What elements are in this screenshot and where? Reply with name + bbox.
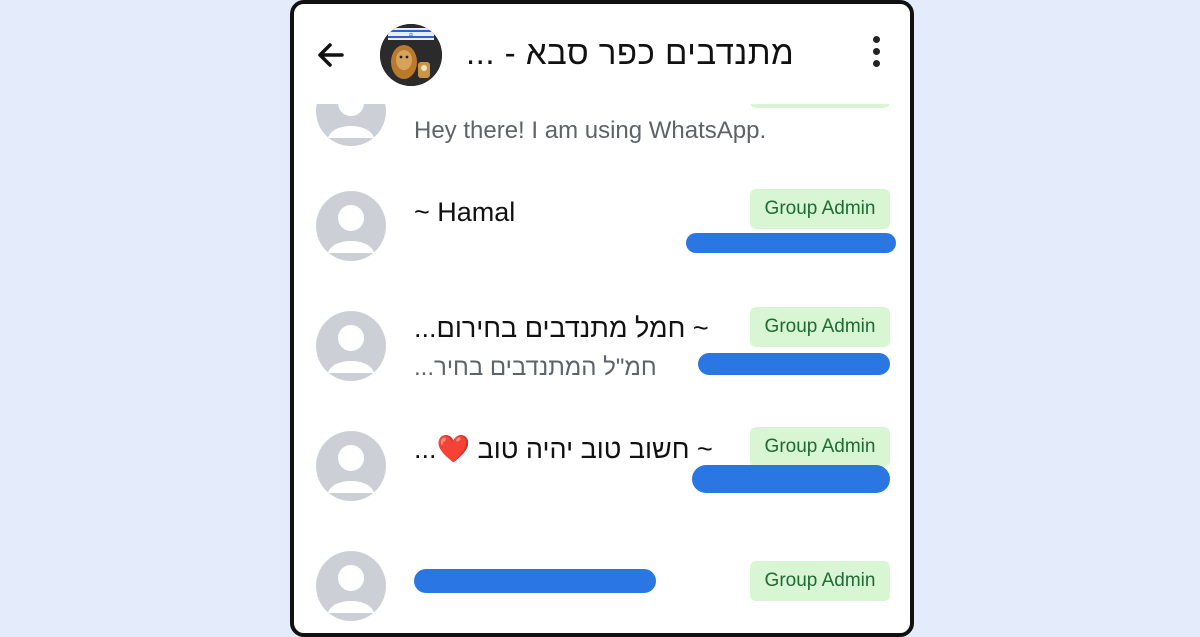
participant-status: חמ"ל המתנדבים בחיר...: [414, 354, 657, 381]
group-admin-badge: Group Admin: [750, 561, 890, 601]
whatsapp-group-info-screen: Hey there! I am using WhatsApp. ~ Hamal …: [290, 0, 914, 637]
participant-row[interactable]: Group Admin: [294, 549, 910, 633]
redacted-phone-number: [414, 569, 656, 593]
default-avatar-icon: [316, 191, 386, 261]
participant-name: ~ Hamal: [414, 197, 516, 227]
participant-status: Hey there! I am using WhatsApp.: [414, 117, 767, 144]
redacted-phone-number: [686, 233, 896, 253]
group-admin-badge: Group Admin: [750, 427, 890, 467]
participant-name: ~ חשוב טוב יהיה טוב ❤️...: [414, 434, 713, 464]
group-title[interactable]: מתנדבים כפר סבא - ...: [466, 34, 826, 72]
participant-name: ~ חמל מתנדבים בחירום...: [414, 313, 709, 343]
default-avatar-icon: [316, 311, 386, 381]
participant-row[interactable]: ~ Hamal Group Admin: [294, 189, 910, 299]
chat-header: ✡ מתנדבים כפר סבא - ...: [294, 4, 910, 104]
default-avatar-icon: [316, 551, 386, 621]
participant-row[interactable]: ~ חשוב טוב יהיה טוב ❤️... Group Admin: [294, 427, 910, 539]
redacted-phone-number: [692, 465, 890, 493]
redacted-phone-number: [698, 353, 890, 375]
kebab-menu-icon[interactable]: [866, 36, 886, 76]
default-avatar-icon: [316, 431, 386, 501]
participant-row[interactable]: ~ חמל מתנדבים בחירום... חמ"ל המתנדבים בח…: [294, 307, 910, 419]
arrow-left-icon[interactable]: [314, 38, 348, 72]
group-admin-badge: Group Admin: [750, 307, 890, 347]
group-avatar[interactable]: ✡: [380, 24, 442, 86]
svg-text:✡: ✡: [408, 32, 413, 39]
group-admin-badge: Group Admin: [750, 189, 890, 229]
